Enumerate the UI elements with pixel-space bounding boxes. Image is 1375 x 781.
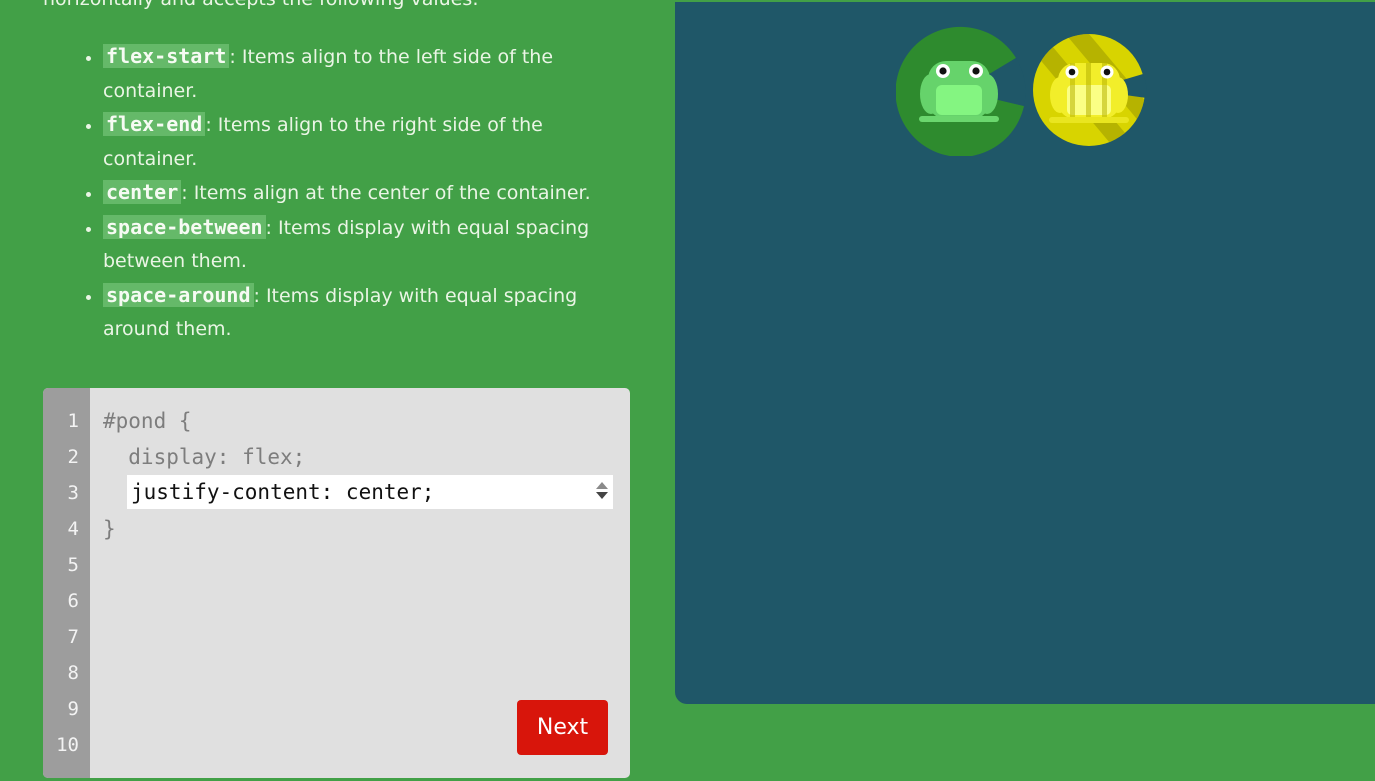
line-number: 6 (67, 590, 79, 612)
css-editor: 1 2 3 4 5 6 7 8 9 10 #pond { display: fl… (43, 388, 630, 778)
code-line-selector: #pond { (103, 409, 192, 433)
value-item-space-around: space-around: Items display with equal s… (103, 279, 643, 347)
resize-spinner[interactable] (595, 479, 609, 505)
line-number: 8 (67, 662, 79, 684)
keyword-code: flex-start (103, 44, 230, 68)
keyword-code: center (103, 180, 182, 204)
line-number: 5 (67, 554, 79, 576)
line-number: 4 (67, 518, 79, 540)
instructions-panel: horizontally and accepts the following v… (0, 0, 675, 781)
yellow-frog-icon (1049, 63, 1129, 123)
value-item-center: center: Items align at the center of the… (103, 176, 643, 211)
answer-input[interactable] (131, 475, 591, 509)
value-item-space-between: space-between: Items display with equal … (103, 211, 643, 279)
value-item-flex-end: flex-end: Items align to the right side … (103, 108, 643, 176)
line-number: 7 (67, 626, 79, 648)
code-line-close-brace: } (103, 517, 116, 541)
pond-board (675, 2, 1375, 704)
next-button[interactable]: Next (517, 700, 608, 755)
spinner-up-icon[interactable] (596, 482, 608, 489)
line-gutter: 1 2 3 4 5 6 7 8 9 10 (43, 388, 90, 778)
line-number: 1 (67, 410, 79, 432)
spinner-down-icon[interactable] (596, 492, 608, 499)
line-number: 2 (67, 446, 79, 468)
values-list: flex-start: Items align to the left side… (60, 40, 643, 347)
code-line-display: display: flex; (103, 445, 306, 469)
keyword-code: space-around (103, 282, 254, 307)
keyword-code: space-between (103, 214, 266, 239)
instructions-intro: horizontally and accepts the following v… (43, 0, 479, 10)
line-numbers: 1 2 3 4 5 6 7 8 9 10 (43, 403, 79, 763)
value-description: : Items align at the center of the conta… (181, 182, 591, 204)
line-number: 10 (56, 734, 79, 756)
line-number: 3 (67, 482, 79, 504)
keyword-code: flex-end (103, 112, 206, 136)
green-frog-icon (919, 61, 999, 122)
value-item-flex-start: flex-start: Items align to the left side… (103, 40, 643, 108)
answer-box[interactable] (127, 475, 613, 509)
line-number: 9 (67, 698, 79, 720)
